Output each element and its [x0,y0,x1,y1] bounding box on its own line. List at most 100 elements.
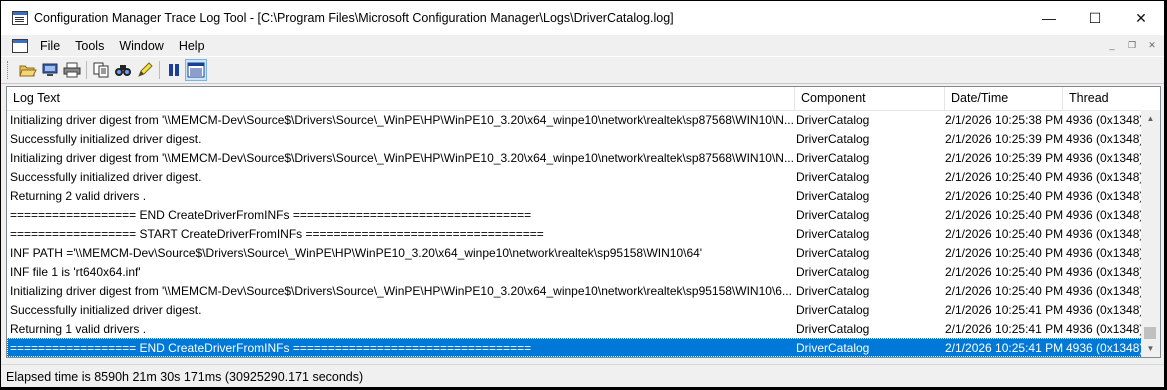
component-cell: DriverCatalog [796,340,870,355]
datetime-cell: 2/1/2026 10:25:40 PM [945,207,1064,222]
datetime-cell: 2/1/2026 10:25:40 PM [945,245,1064,260]
column-header-component[interactable]: Component [795,87,945,110]
scroll-thumb[interactable] [1144,327,1156,339]
log-text-cell: Successfully initialized driver digest. [10,131,202,146]
log-text-cell: INF PATH ='\\MEMCM-Dev\Source$\Drivers\S… [10,245,703,260]
mdi-close-button[interactable]: ✕ [1144,38,1160,52]
info-pane-icon[interactable] [185,59,207,81]
pause-icon[interactable] [163,59,185,81]
caption-buttons: — ☐ ✕ [1026,1,1164,35]
component-cell: DriverCatalog [796,245,870,260]
datetime-cell: 2/1/2026 10:25:40 PM [945,226,1064,241]
open-on-server-icon[interactable] [39,59,61,81]
window-title: Configuration Manager Trace Log Tool - [… [34,11,674,25]
log-rows: Initializing driver digest from '\\MEMCM… [7,110,1142,357]
mdi-minimize-button[interactable]: _ [1104,38,1120,52]
log-list[interactable]: Log Text Component Date/Time Thread Init… [6,86,1161,358]
table-row[interactable]: ================== END CreateDriverFromI… [7,205,1142,224]
component-cell: DriverCatalog [796,302,870,317]
component-cell: DriverCatalog [796,112,870,127]
datetime-cell: 2/1/2026 10:25:41 PM [945,340,1064,355]
table-row[interactable]: Successfully initialized driver digest. D… [7,300,1142,319]
table-row[interactable]: Initializing driver digest from '\\MEMCM… [7,281,1142,300]
list-header: Log Text Component Date/Time Thread [7,87,1160,111]
vertical-scrollbar[interactable]: ▲ ▼ [1141,110,1160,357]
menu-help[interactable]: Help [176,39,212,53]
log-text-cell: Returning 1 valid drivers . [10,321,147,336]
title-bar[interactable]: Configuration Manager Trace Log Tool - [… [1,1,1164,35]
thread-cell: 4936 (0x1348) [1066,207,1142,222]
thread-cell: 4936 (0x1348) [1066,245,1142,260]
mdi-caption-buttons: _ ❐ ✕ [1104,38,1160,52]
log-text-cell: INF file 1 is 'rt640x64.inf' [10,264,141,279]
print-icon[interactable] [61,59,83,81]
table-row[interactable]: Initializing driver digest from '\\MEMCM… [7,110,1142,129]
thread-cell: 4936 (0x1348) [1066,131,1142,146]
table-row[interactable]: Successfully initialized driver digest. D… [7,129,1142,148]
toolbar-separator [86,61,87,79]
log-text-cell: Successfully initialized driver digest. [10,169,202,184]
log-text-cell: Initializing driver digest from '\\MEMCM… [10,150,794,165]
menu-file[interactable]: File [37,39,67,53]
thread-cell: 4936 (0x1348) [1066,321,1142,336]
table-row[interactable]: INF file 1 is 'rt640x64.inf' DriverCatalo… [7,262,1142,281]
toolbar [1,56,1164,84]
menu-window[interactable]: Window [116,39,170,53]
component-cell: DriverCatalog [796,150,870,165]
thread-cell: 4936 (0x1348) [1066,169,1142,184]
mdi-child-icon[interactable] [12,38,28,53]
column-header-datetime[interactable]: Date/Time [945,87,1063,110]
table-row[interactable]: INF PATH ='\\MEMCM-Dev\Source$\Drivers\S… [7,243,1142,262]
datetime-cell: 2/1/2026 10:25:41 PM [945,302,1064,317]
datetime-cell: 2/1/2026 10:25:40 PM [945,188,1064,203]
elapsed-time-status: Elapsed time is 8590h 21m 30s 171ms (309… [6,369,364,384]
copy-icon[interactable] [90,59,112,81]
component-cell: DriverCatalog [796,169,870,184]
log-text-cell: ================== END CreateDriverFromI… [10,340,532,355]
thread-cell: 4936 (0x1348) [1066,188,1142,203]
table-row[interactable]: Returning 1 valid drivers . DriverCatalog… [7,319,1142,338]
app-window: Configuration Manager Trace Log Tool - [… [1,1,1164,387]
log-text-cell: Successfully initialized driver digest. [10,302,202,317]
datetime-cell: 2/1/2026 10:25:39 PM [945,131,1064,146]
datetime-cell: 2/1/2026 10:25:41 PM [945,321,1064,336]
table-row[interactable]: Successfully initialized driver digest. D… [7,167,1142,186]
datetime-cell: 2/1/2026 10:25:40 PM [945,283,1064,298]
column-header-log-text[interactable]: Log Text [7,87,795,110]
datetime-cell: 2/1/2026 10:25:38 PM [945,112,1064,127]
find-icon[interactable] [112,59,134,81]
maximize-button[interactable]: ☐ [1072,1,1118,35]
component-cell: DriverCatalog [796,188,870,203]
table-row[interactable]: Initializing driver digest from '\\MEMCM… [7,148,1142,167]
datetime-cell: 2/1/2026 10:25:40 PM [945,169,1064,184]
toolbar-separator [159,61,160,79]
close-button[interactable]: ✕ [1118,1,1164,35]
scroll-up-icon[interactable]: ▲ [1141,110,1160,127]
highlight-icon[interactable] [134,59,156,81]
thread-cell: 4936 (0x1348) [1066,264,1142,279]
thread-cell: 4936 (0x1348) [1066,150,1142,165]
app-icon[interactable] [12,11,28,25]
table-row[interactable]: ================== END CreateDriverFromI… [7,338,1142,357]
open-icon[interactable] [17,59,39,81]
toolbar-grip[interactable] [7,61,11,79]
thread-cell: 4936 (0x1348) [1066,226,1142,241]
component-cell: DriverCatalog [796,283,870,298]
thread-cell: 4936 (0x1348) [1066,283,1142,298]
datetime-cell: 2/1/2026 10:25:40 PM [945,264,1064,279]
table-row[interactable]: Returning 2 valid drivers . DriverCatalog… [7,186,1142,205]
component-cell: DriverCatalog [796,264,870,279]
log-text-cell: ================== END CreateDriverFromI… [10,207,532,222]
table-row[interactable]: ================== START CreateDriverFro… [7,224,1142,243]
menu-tools[interactable]: Tools [72,39,111,53]
component-cell: DriverCatalog [796,226,870,241]
component-cell: DriverCatalog [796,207,870,222]
log-text-cell: Initializing driver digest from '\\MEMCM… [10,112,794,127]
thread-cell: 4936 (0x1348) [1066,302,1142,317]
log-text-cell: ================== START CreateDriverFro… [10,226,544,241]
log-text-cell: Returning 2 valid drivers . [10,188,147,203]
minimize-button[interactable]: — [1026,1,1072,35]
column-header-thread[interactable]: Thread [1063,87,1160,110]
scroll-down-icon[interactable]: ▼ [1141,340,1160,357]
mdi-restore-button[interactable]: ❐ [1124,38,1140,52]
